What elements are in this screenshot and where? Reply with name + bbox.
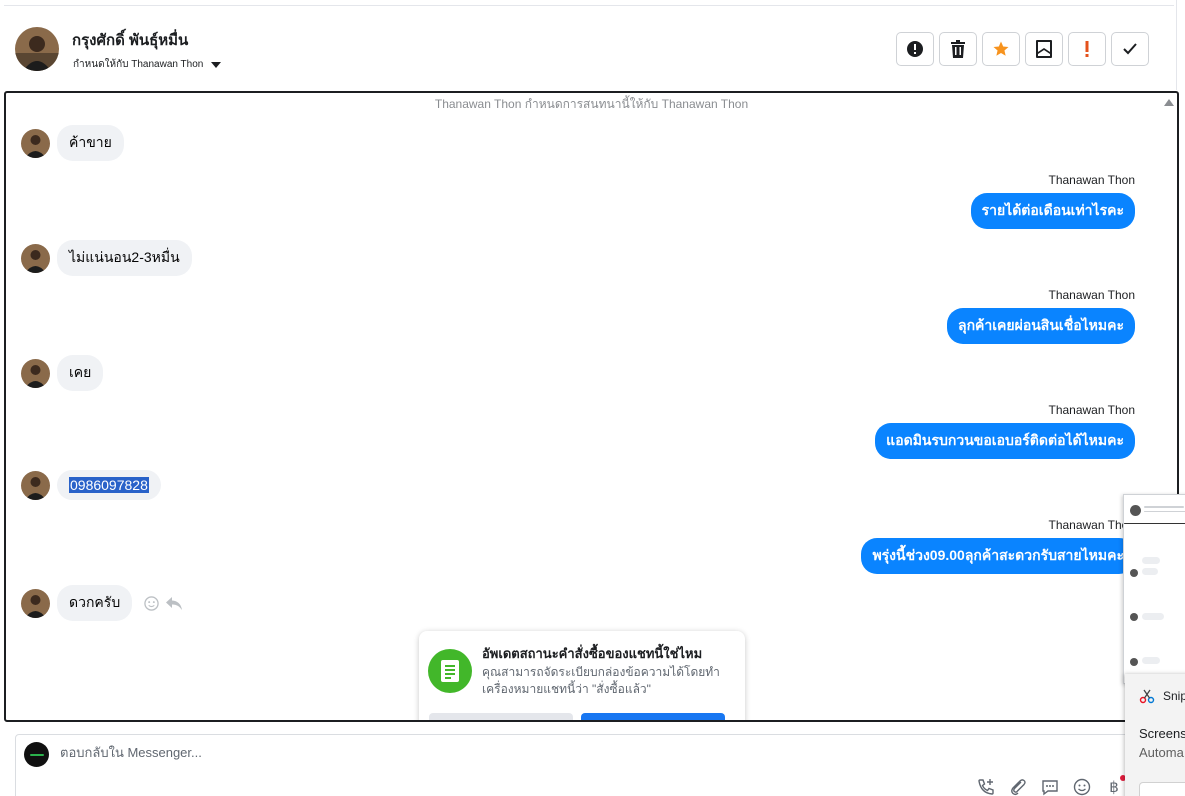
contact-avatar-small <box>21 358 50 388</box>
system-note: Thanawan Thon กำหนดการสนทนานี้ให้กับ Tha… <box>434 97 749 111</box>
scroll-up-arrow-icon[interactable] <box>1164 99 1174 106</box>
important-icon <box>1085 41 1089 57</box>
incoming-message: เคย <box>21 355 104 391</box>
incoming-bubble[interactable]: เคย <box>57 355 104 391</box>
inbox-app: กรุงศักดิ์ พันธุ์หมื่น กำหนดให้กับ Thana… <box>0 0 1185 796</box>
thumb-bubble <box>1142 613 1164 620</box>
mark-important-button[interactable] <box>1068 32 1106 66</box>
archive-button[interactable] <box>1025 32 1063 66</box>
assignee-dropdown[interactable]: กำหนดให้กับ Thanawan Thon <box>73 57 222 72</box>
snip-line-1: Screens <box>1139 726 1185 741</box>
incoming-bubble[interactable]: 0986097828 <box>57 470 161 500</box>
contact-avatar[interactable] <box>15 27 59 71</box>
sender-name: Thanawan Thon <box>1048 403 1135 417</box>
promo-title: อัพเดตสถานะคำสั่งซื้อของแชทนี้ใช่ไหม <box>482 646 703 661</box>
selected-phone-number[interactable]: 0986097828 <box>69 477 149 493</box>
contact-avatar-small <box>21 243 50 273</box>
outgoing-bubble[interactable]: ลุกค้าเคยผ่อนสินเชื่อไหมคะ <box>946 308 1135 344</box>
incoming-message: ค้าขาย <box>21 125 124 161</box>
thumb-bubble <box>1142 657 1160 664</box>
report-icon <box>907 41 923 57</box>
incoming-bubble[interactable]: ดวกครับ <box>57 585 133 621</box>
order-document-icon <box>428 649 472 693</box>
contact-avatar-small <box>21 588 50 618</box>
reply-input[interactable] <box>60 745 660 760</box>
conversation-header: กรุงศักดิ์ พันธุ์หมื่น กำหนดให้กับ Thana… <box>0 6 1176 90</box>
outgoing-bubble[interactable]: พรุ่งนี้ช่วง09.00ลุกค้าสะดวกรับสายไหมคะ <box>861 538 1135 574</box>
paperclip-icon[interactable] <box>1008 777 1028 796</box>
thumb-avatar <box>1130 658 1138 666</box>
composer-tools: ฿ <box>976 777 1124 796</box>
snip-action-button[interactable] <box>1139 782 1185 796</box>
snip-notification[interactable]: Snip Screens Automa <box>1125 674 1185 796</box>
chat-bubble-icon[interactable] <box>1040 777 1060 796</box>
trash-icon <box>951 40 965 58</box>
phone-add-icon[interactable] <box>976 777 996 796</box>
scissors-icon <box>1139 689 1155 704</box>
checkmark-icon <box>1123 43 1137 55</box>
reply-arrow-icon[interactable] <box>165 596 183 611</box>
caret-down-icon <box>211 61 222 68</box>
incoming-bubble[interactable]: ค้าขาย <box>57 125 124 161</box>
delete-button[interactable] <box>939 32 977 66</box>
dismiss-button[interactable] <box>429 713 573 720</box>
confirm-button[interactable] <box>581 713 725 720</box>
incoming-message: ดวกครับ <box>21 585 183 621</box>
thumb-line <box>1144 511 1185 512</box>
outgoing-bubble[interactable]: แอดมินรบกวนขอเอบอร์ติดต่อได้ไหมคะ <box>875 423 1135 459</box>
contact-avatar-small <box>21 128 50 158</box>
assignee-label: กำหนดให้กับ Thanawan Thon <box>73 59 204 70</box>
incoming-message: 0986097828 <box>21 470 161 500</box>
header-actions <box>896 32 1149 66</box>
promo-description: คุณสามารถจัดระเบียบกล่องข้อความได้โดยทำเ… <box>482 665 720 696</box>
emoji-icon[interactable] <box>1072 777 1092 796</box>
contact-avatar-small <box>21 470 50 500</box>
react-emoji-icon[interactable] <box>144 595 159 611</box>
sender-name: Thanawan Thon <box>1048 173 1135 187</box>
screenshot-thumbnail[interactable] <box>1123 494 1185 684</box>
star-button[interactable] <box>982 32 1020 66</box>
incoming-message: ไม่แน่นอน2-3หมื่น <box>21 240 192 276</box>
thumb-avatar <box>1130 569 1138 577</box>
order-status-prompt: อัพเดตสถานะคำสั่งซื้อของแชทนี้ใช่ไหม คุณ… <box>419 631 745 720</box>
snip-line-2: Automa <box>1139 745 1184 760</box>
sender-name: Thanawan Thon <box>1048 288 1135 302</box>
thumb-avatar <box>1130 613 1138 621</box>
thumb-bubble <box>1142 568 1158 575</box>
reply-composer: ฿ <box>15 734 1165 796</box>
report-button[interactable] <box>896 32 934 66</box>
contact-name[interactable]: กรุงศักดิ์ พันธุ์หมื่น <box>72 28 188 52</box>
page-logo-icon <box>24 742 49 767</box>
right-divider <box>1176 0 1177 90</box>
incoming-bubble[interactable]: ไม่แน่นอน2-3หมื่น <box>57 240 192 276</box>
star-icon <box>993 41 1009 56</box>
thumb-bubble <box>1142 557 1160 564</box>
snip-title: Snip <box>1163 689 1185 703</box>
mark-done-button[interactable] <box>1111 32 1149 66</box>
message-thread[interactable]: Thanawan Thon กำหนดการสนทนานี้ให้กับ Tha… <box>4 91 1179 722</box>
baht-glyph: ฿ <box>1109 779 1119 796</box>
message-tools <box>144 595 183 611</box>
archive-mail-icon <box>1036 40 1052 58</box>
outgoing-bubble[interactable]: รายได้ต่อเดือนเท่าไรคะ <box>970 193 1135 229</box>
thumb-border <box>1124 523 1185 524</box>
thumb-avatar <box>1130 505 1141 516</box>
snip-title-row: Snip <box>1139 688 1185 704</box>
thumb-line <box>1144 506 1184 508</box>
